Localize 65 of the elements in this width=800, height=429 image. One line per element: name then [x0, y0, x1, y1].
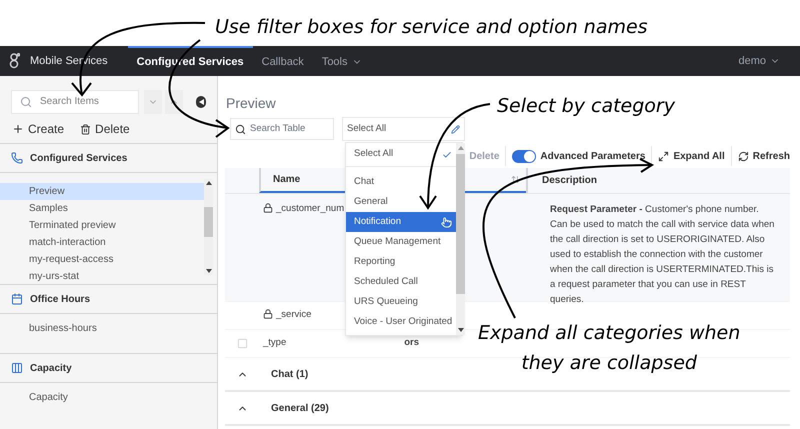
sidebar-item[interactable]: business-hours — [0, 320, 204, 337]
scrollbar[interactable] — [456, 143, 466, 335]
expand-icon — [658, 150, 670, 162]
app-title: Mobile Services — [30, 54, 108, 69]
create-button[interactable]: Create — [12, 120, 64, 138]
table-search-input[interactable]: Search Table — [250, 122, 320, 136]
sort-icon — [511, 175, 520, 184]
annotation-text: Select by category — [497, 94, 675, 119]
scrollbar[interactable] — [204, 179, 213, 275]
group-label: Chat (1) — [270, 368, 308, 382]
table-search-field[interactable]: Search Table — [230, 118, 334, 140]
section-icon — [11, 152, 23, 164]
sidebar-item[interactable]: Capacity — [0, 389, 204, 406]
logo-icon — [9, 53, 20, 69]
category-option[interactable]: Queue Management — [346, 232, 456, 252]
collapse-button[interactable] — [196, 96, 206, 108]
toggle-switch[interactable] — [512, 150, 536, 162]
search-icon — [20, 96, 32, 108]
sidebar-item[interactable]: Preview — [0, 183, 204, 200]
nav-tab[interactable]: Callback — [252, 46, 313, 76]
sidebar-item[interactable]: Samples — [0, 200, 204, 217]
lock-icon — [263, 309, 273, 320]
search-field[interactable]: Search Items — [11, 90, 139, 114]
category-option[interactable]: Scheduled Call — [346, 272, 456, 292]
sidebar-item[interactable]: my-request-access — [0, 251, 204, 268]
parameter-name: _type — [263, 336, 286, 350]
section-title: Capacity — [30, 362, 72, 376]
sidebar-item[interactable]: Terminated preview — [0, 217, 204, 234]
section-icon — [11, 293, 23, 305]
sidebar-item[interactable]: match-interaction — [0, 234, 204, 251]
page-title: Preview — [226, 95, 276, 111]
section-title: Configured Services — [30, 152, 128, 166]
section-icon — [11, 362, 23, 374]
category-option[interactable]: Notification — [346, 212, 456, 232]
category-option[interactable]: URS Queueing — [346, 292, 456, 312]
annotation-text: they are collapsed — [520, 351, 698, 376]
lock-icon — [263, 203, 273, 213]
trash-icon — [80, 124, 92, 134]
group-label: General (29) — [270, 402, 329, 416]
parameter-name: _customer_num — [276, 202, 344, 216]
hand-pointer-icon — [441, 216, 452, 228]
pencil-icon — [451, 124, 460, 134]
category-option[interactable]: Reporting — [346, 252, 456, 272]
category-select[interactable]: Select All — [342, 117, 465, 141]
parameter-name: _service — [276, 308, 312, 322]
category-option[interactable]: Voice - User Originated — [346, 312, 456, 332]
nav-tab[interactable]: Tools — [312, 46, 370, 76]
annotation-text: Expand all categories when — [478, 321, 740, 346]
search-icon — [235, 124, 246, 134]
category-option[interactable]: General — [346, 192, 456, 212]
search-input[interactable]: Search Items — [40, 94, 130, 109]
refresh-button[interactable]: Refresh — [732, 146, 796, 166]
toggle-label: Advanced Parameters — [540, 150, 646, 164]
refresh-icon — [738, 150, 749, 162]
user-menu[interactable]: demo — [738, 52, 780, 70]
sidebar-item[interactable]: my-urs-stat — [0, 268, 204, 285]
plus-icon — [12, 123, 24, 135]
annotation-text: Use filter boxes for service and option names — [215, 15, 648, 40]
category-option[interactable]: Chat — [346, 172, 456, 192]
table-cell-text: ors — [404, 336, 420, 350]
section-title: Office Hours — [30, 292, 90, 306]
row-checkbox[interactable] — [236, 338, 248, 349]
delete-button[interactable]: Delete — [80, 120, 130, 138]
expand-all-button[interactable]: Expand All — [652, 146, 732, 166]
check-icon — [442, 150, 452, 160]
